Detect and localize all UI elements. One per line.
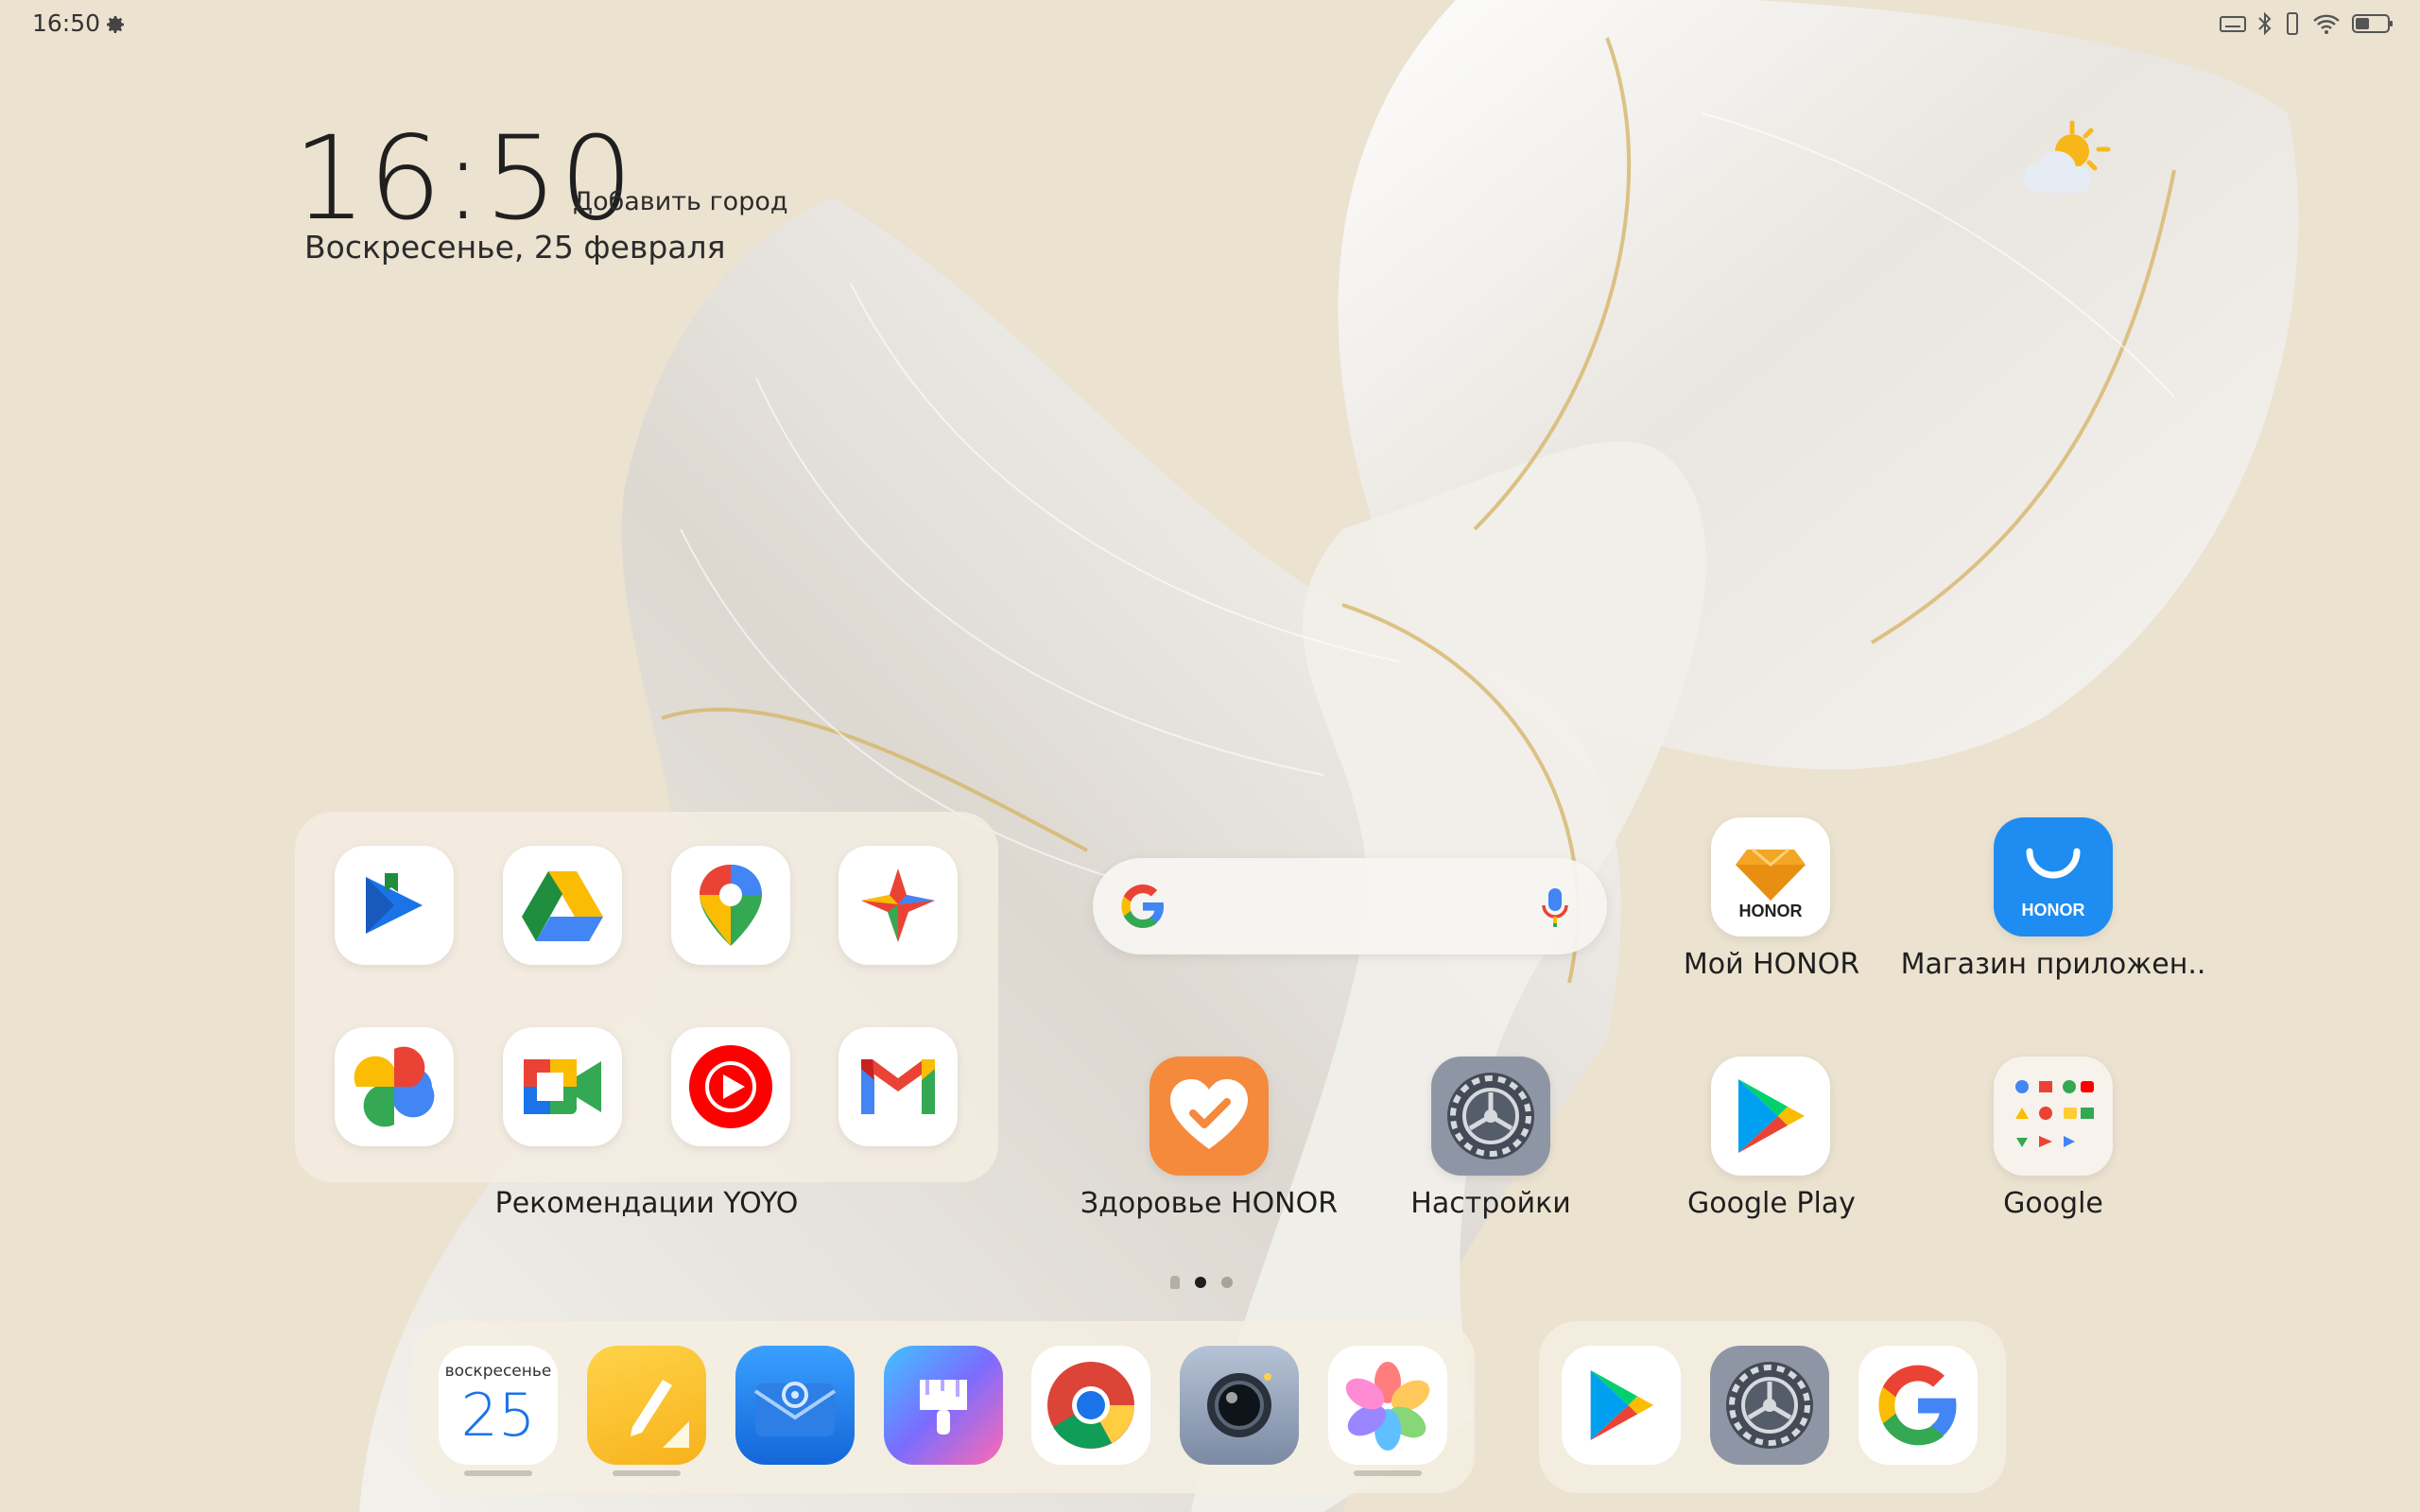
status-time: 16:50 <box>32 9 101 37</box>
notes-icon[interactable] <box>587 1346 706 1465</box>
chrome-icon[interactable] <box>1031 1346 1150 1465</box>
running-indicator <box>1354 1470 1422 1476</box>
honor-diamond-icon[interactable]: HONOR <box>1711 817 1830 936</box>
calendar-day: 25 <box>460 1381 536 1450</box>
bluetooth-icon <box>2258 11 2272 36</box>
battery-icon <box>2352 14 2393 33</box>
running-indicator <box>613 1470 681 1476</box>
themes-icon[interactable] <box>884 1346 1003 1465</box>
page-dot-2[interactable] <box>1221 1277 1233 1288</box>
gallery-icon[interactable] <box>1328 1346 1447 1465</box>
google-play-icon[interactable] <box>1711 1057 1830 1176</box>
calendar-icon[interactable]: воскресенье 25 <box>439 1346 558 1465</box>
page-indicator[interactable] <box>1170 1276 1233 1289</box>
honor-store-icon[interactable]: HONOR <box>1994 817 2113 936</box>
email-icon[interactable] <box>735 1346 855 1465</box>
home-page-dot[interactable] <box>1170 1276 1180 1289</box>
travel-icon[interactable] <box>838 846 958 965</box>
honor-badge: HONOR <box>1739 902 1803 920</box>
health-heart-icon[interactable] <box>1150 1057 1269 1176</box>
photos-icon[interactable] <box>335 1027 454 1146</box>
calendar-weekday: воскресенье <box>444 1362 552 1381</box>
gmail-icon[interactable] <box>838 1027 958 1146</box>
app-label-google: Google <box>2003 1187 2103 1220</box>
honor-store-badge: HONOR <box>2022 901 2085 919</box>
clock-widget-date: Воскресенье, 25 февраля <box>304 229 726 266</box>
settings-gear-icon[interactable] <box>1710 1346 1829 1465</box>
running-indicator <box>464 1470 532 1476</box>
app-label-honor-store: Магазин приложен.. <box>1900 948 2206 981</box>
vibrate-icon <box>2287 12 2298 35</box>
drive-icon[interactable] <box>503 846 622 965</box>
add-city-link[interactable]: Добавить город <box>573 187 788 216</box>
keyboard-icon <box>2220 16 2246 32</box>
google-folder-icon[interactable] <box>1994 1057 2113 1176</box>
wifi-icon <box>2313 14 2340 34</box>
youtube-music-icon[interactable] <box>671 1027 790 1146</box>
settings-gear-icon[interactable] <box>1431 1057 1550 1176</box>
google-play-icon[interactable] <box>1562 1346 1681 1465</box>
yoyo-folder-label: Рекомендации YOYO <box>494 1187 799 1220</box>
maps-icon[interactable] <box>671 846 790 965</box>
microphone-icon[interactable] <box>1541 886 1569 928</box>
play-books-icon[interactable] <box>335 846 454 965</box>
camera-icon[interactable] <box>1180 1346 1299 1465</box>
google-g-icon[interactable] <box>1858 1346 1978 1465</box>
google-search-bar[interactable] <box>1093 858 1607 954</box>
status-bar: 16:50 <box>0 0 2420 49</box>
meet-icon[interactable] <box>503 1027 622 1146</box>
clock-widget-time[interactable]: 16:50 <box>293 121 635 236</box>
gear-icon <box>107 16 124 33</box>
partly-sunny-icon[interactable] <box>2017 117 2112 202</box>
google-g-icon <box>1121 885 1164 928</box>
page-dot-1[interactable] <box>1195 1277 1206 1288</box>
